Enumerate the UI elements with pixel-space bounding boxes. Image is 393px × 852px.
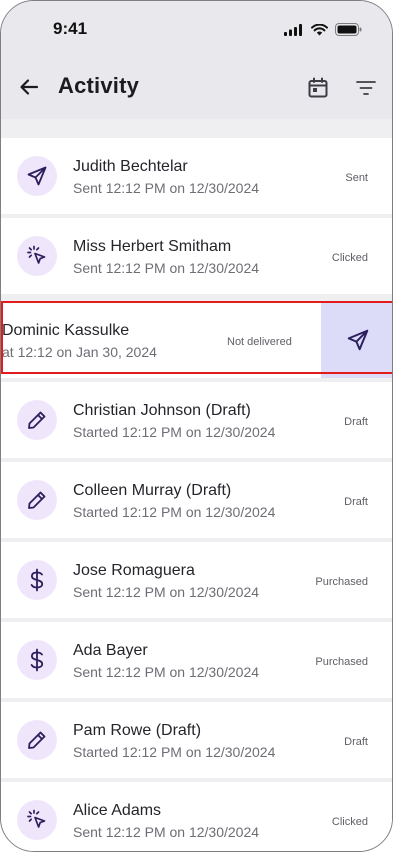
battery-icon: [335, 23, 362, 36]
avatar: [17, 400, 57, 440]
contact-name: Alice Adams: [73, 802, 162, 819]
send-icon: [27, 166, 47, 186]
filter-icon: [356, 81, 376, 95]
list-item[interactable]: Pam Rowe (Draft) Started 12:12 PM on 12/…: [1, 702, 392, 778]
back-button[interactable]: [15, 73, 43, 101]
wifi-icon: [311, 23, 328, 35]
status-label: Purchased: [315, 576, 368, 588]
activity-detail: at 12:12 on Jan 30, 2024: [2, 344, 157, 360]
avatar: [17, 800, 57, 840]
status-label: Sent: [345, 172, 368, 184]
status-label: Purchased: [315, 656, 368, 668]
avatar: [17, 720, 57, 760]
dollar-icon: [30, 568, 44, 592]
activity-detail: Started 12:12 PM on 12/30/2024: [73, 504, 276, 520]
status-label: Draft: [344, 416, 368, 428]
pencil-icon: [28, 411, 46, 429]
contact-name: Jose Romaguera: [73, 562, 195, 579]
activity-detail: Sent 12:12 PM on 12/30/2024: [73, 664, 260, 680]
signal-icon: [284, 23, 302, 36]
list-item-swiped[interactable]: Dominic Kassulke at 12:12 on Jan 30, 202…: [1, 302, 392, 378]
contact-name: Ada Bayer: [73, 642, 148, 659]
status-time: 9:41: [53, 19, 88, 38]
status-label: Not delivered: [227, 336, 292, 348]
list-item[interactable]: Christian Johnson (Draft) Started 12:12 …: [1, 382, 392, 458]
activity-detail: Sent 12:12 PM on 12/30/2024: [73, 260, 260, 276]
contact-name: Pam Rowe (Draft): [73, 722, 202, 739]
resend-button[interactable]: [321, 302, 392, 378]
avatar: [17, 480, 57, 520]
contact-name: Christian Johnson (Draft): [73, 402, 251, 419]
contact-name: Judith Bechtelar: [73, 158, 188, 175]
page-title: Activity: [58, 73, 140, 98]
status-bar: 9:41: [1, 1, 392, 59]
filter-button[interactable]: [353, 75, 379, 101]
avatar: [17, 640, 57, 680]
pencil-icon: [28, 731, 46, 749]
contact-name: Dominic Kassulke: [2, 322, 130, 339]
header-area: 9:41 Activity: [1, 1, 392, 119]
list-item[interactable]: Colleen Murray (Draft) Started 12:12 PM …: [1, 462, 392, 538]
phone-frame: 9:41 Activity Judith Bechtelar Sent 12:1…: [0, 0, 393, 852]
status-label: Draft: [344, 736, 368, 748]
status-label: Draft: [344, 496, 368, 508]
activity-detail: Sent 12:12 PM on 12/30/2024: [73, 180, 260, 196]
contact-name: Colleen Murray (Draft): [73, 482, 232, 499]
activity-detail: Started 12:12 PM on 12/30/2024: [73, 744, 276, 760]
dollar-icon: [30, 648, 44, 672]
list-item[interactable]: Judith Bechtelar Sent 12:12 PM on 12/30/…: [1, 138, 392, 214]
calendar-button[interactable]: [305, 75, 331, 101]
list-item[interactable]: Alice Adams Sent 12:12 PM on 12/30/2024 …: [1, 782, 392, 851]
send-icon: [347, 329, 368, 351]
activity-detail: Sent 12:12 PM on 12/30/2024: [73, 824, 260, 840]
click-icon: [27, 245, 46, 264]
avatar: [17, 236, 57, 276]
avatar: [17, 560, 57, 600]
list-item[interactable]: Ada Bayer Sent 12:12 PM on 12/30/2024 Pu…: [1, 622, 392, 698]
status-label: Clicked: [331, 252, 368, 264]
app-bar: Activity: [1, 63, 392, 111]
activity-detail: Sent 12:12 PM on 12/30/2024: [73, 584, 260, 600]
contact-name: Miss Herbert Smitham: [73, 238, 232, 255]
status-label: Clicked: [331, 816, 368, 828]
list-item[interactable]: Jose Romaguera Sent 12:12 PM on 12/30/20…: [1, 542, 392, 618]
activity-detail: Started 12:12 PM on 12/30/2024: [73, 424, 276, 440]
list-item[interactable]: Miss Herbert Smitham Sent 12:12 PM on 12…: [1, 218, 392, 294]
pencil-icon: [28, 491, 46, 509]
calendar-icon: [308, 77, 328, 98]
avatar: [17, 156, 57, 196]
status-icons: [284, 23, 362, 36]
arrow-left-icon: [20, 79, 39, 95]
click-icon: [27, 809, 46, 828]
